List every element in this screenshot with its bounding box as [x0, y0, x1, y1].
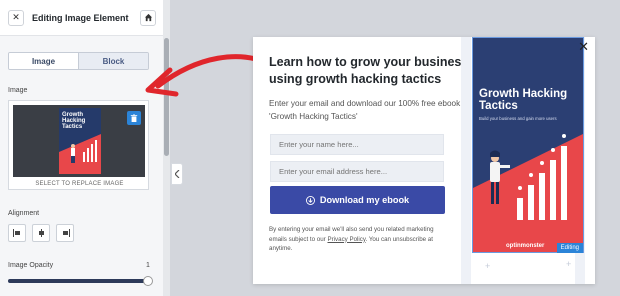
thumbnail-art	[59, 134, 101, 174]
align-center-button[interactable]	[32, 224, 50, 242]
cover-title: Growth Hacking Tactics	[479, 88, 567, 112]
popup-legal-text: By entering your email we'll also send y…	[269, 225, 449, 254]
opacity-slider-handle[interactable]	[143, 276, 153, 286]
cover-tagline: Build your business and gain more users	[479, 116, 557, 121]
cover-stripe-left	[461, 37, 471, 284]
home-icon	[144, 13, 152, 22]
popup-subtext: Enter your email and download our 100% f…	[269, 99, 461, 121]
download-ebook-label: Download my ebook	[319, 195, 410, 205]
tab-switcher: Image Block	[8, 52, 149, 70]
cover-title-line-1: Growth Hacking	[479, 88, 568, 100]
cover-brand-logo: optinmonster	[506, 243, 545, 249]
plus-decoration: +	[485, 261, 491, 271]
editing-badge: Editing	[556, 243, 583, 253]
tab-image[interactable]: Image	[9, 53, 79, 69]
cover-title-line-2: Tactics	[479, 100, 518, 112]
optin-popup: Learn how to grow your business using gr…	[253, 37, 595, 284]
alignment-label: Alignment	[8, 210, 40, 217]
align-left-button[interactable]	[8, 224, 26, 242]
name-field[interactable]	[270, 134, 444, 155]
opacity-label: Image Opacity	[8, 262, 54, 269]
cover-art	[473, 133, 583, 252]
image-thumbnail[interactable]: Growth Hacking Tactics	[13, 105, 145, 177]
opacity-value: 1	[146, 262, 150, 269]
align-center-icon	[38, 229, 44, 237]
delete-image-button[interactable]	[127, 111, 141, 125]
align-right-icon	[62, 229, 70, 237]
align-right-button[interactable]	[56, 224, 74, 242]
close-icon: ✕	[578, 39, 589, 54]
alignment-options	[8, 224, 74, 242]
ebook-cover-image[interactable]: Growth Hacking Tactics Build your busine…	[472, 37, 584, 253]
close-icon: ✕	[12, 12, 20, 22]
email-field[interactable]	[270, 161, 444, 182]
ebook-cover: Growth Hacking Tactics Build your busine…	[472, 37, 584, 253]
image-label: Image	[8, 87, 28, 94]
replace-image-text[interactable]: SELECT TO REPLACE IMAGE	[9, 181, 150, 187]
download-ebook-button[interactable]: Download my ebook	[270, 186, 445, 214]
home-button[interactable]	[140, 9, 156, 26]
chevron-left-icon	[174, 170, 179, 178]
close-button[interactable]: ✕	[8, 9, 24, 26]
popup-close-button[interactable]: ✕	[578, 39, 589, 55]
sidebar-header: ✕ Editing Image Element	[0, 0, 164, 36]
sidebar-title: Editing Image Element	[32, 12, 129, 23]
plus-decoration: +	[566, 259, 572, 269]
collapse-sidebar-button[interactable]	[171, 163, 183, 185]
opacity-slider[interactable]	[8, 276, 153, 286]
align-left-icon	[12, 229, 20, 237]
tab-block[interactable]: Block	[79, 53, 148, 69]
image-picker[interactable]: Growth Hacking Tactics SELECT TO REPLACE…	[8, 100, 149, 190]
privacy-policy-link[interactable]: Privacy Policy	[327, 236, 365, 243]
trash-icon	[130, 114, 138, 122]
popup-headline: Learn how to grow your business using gr…	[269, 55, 469, 86]
annotation-arrow	[145, 54, 268, 97]
download-circle-icon	[305, 195, 315, 205]
thumbnail-cover: Growth Hacking Tactics	[59, 108, 101, 174]
